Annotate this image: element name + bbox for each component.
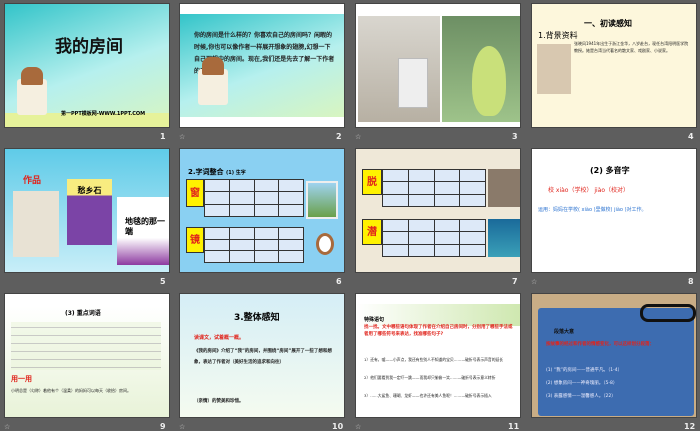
slide-number: 1 <box>160 132 166 141</box>
book-cover: 愁乡石 <box>67 179 112 245</box>
slide-answer: (2) 想象房间——神奇瑰丽。（5-8） <box>546 381 618 386</box>
slide-thumbnail-9[interactable]: (3) 重点词语 用一用 小明总是（匀称）着他有个（温柔）的妈妈可以每天（收拾）… <box>4 293 170 418</box>
slide-subheading: (1) 生字 <box>225 170 246 176</box>
slide-subheading: 1.背景资料 <box>538 31 578 40</box>
slide-footer: 第一PPT模板网-WWW.1PPT.COM <box>61 111 146 117</box>
slide-title: 我的房间 <box>55 37 123 57</box>
slide-subheading: 用一用 <box>11 375 32 383</box>
char-card: 镜 <box>186 227 204 253</box>
book-cover <box>13 191 59 257</box>
slide-answer: 1）还有，嘘——小声点，我还有些别人不知道的宝贝……—破折号表示声音的延长 <box>364 357 504 362</box>
slide-number: 7 <box>512 277 518 286</box>
star-icon: ☆ <box>179 133 186 141</box>
slide-thumbnail-7[interactable]: 脱 潜 <box>355 148 521 273</box>
slide-line: 运用：妈妈在学校( xiào )里做校( jiào )对工作。 <box>538 207 647 213</box>
slide-thumbnail-4[interactable]: 一、初读感知 1.背景资料 张晓风1941年出生于浙江金华，八岁赴台，现任台湾阳… <box>531 3 697 128</box>
slide-number: 5 <box>160 277 166 286</box>
star-icon: ☆ <box>179 423 186 431</box>
char-table <box>382 218 486 258</box>
slide-number: 4 <box>688 132 694 141</box>
slide-line: 读课文，试着概一概。 <box>194 335 245 341</box>
bedroom-photo <box>358 16 440 122</box>
slide-heading: 一、初读感知 <box>584 19 632 28</box>
slide-line: 校 xiào（学校） jiào（校对） <box>548 187 630 194</box>
author-photo <box>537 44 571 94</box>
slide-thumbnail-12[interactable]: 段落大意 按故事的经过和作者的情感变化，可以这样划分段落： (1) “我”的房间… <box>531 293 697 418</box>
slide-label: 作品 <box>23 176 42 186</box>
slide-heading: 3.整体感知 <box>234 313 280 323</box>
slide-heading: 特殊语句 <box>364 317 385 323</box>
word-list <box>11 322 161 370</box>
char-table <box>382 168 486 208</box>
star-icon: ☆ <box>4 423 11 431</box>
slide-number: 9 <box>160 422 166 431</box>
window-photo <box>306 181 338 219</box>
slide-answer: 2）他们要看到我一定吓一跳——而我却只偷偷一笑……—破折号表示意义转折 <box>364 375 496 380</box>
slide-number: 11 <box>508 422 520 431</box>
slide-answer: (3) 表露感情——温馨感人。（22） <box>546 394 616 399</box>
star-icon: ☆ <box>355 423 362 431</box>
star-icon: ☆ <box>531 278 538 286</box>
house-illustration <box>17 67 47 115</box>
slide-body: 张晓风1941年出生于浙江金华，八岁赴台，现任台湾阳明医学院教授。她是台湾当代著… <box>574 41 689 53</box>
char-table <box>204 227 304 263</box>
slide-thumbnail-1[interactable]: 我的房间 第一PPT模板网-WWW.1PPT.COM <box>4 3 170 128</box>
slide-line: （亲情）的赞美和珍惜。 <box>194 399 244 404</box>
slide-heading: (2) 多音字 <box>590 166 630 175</box>
slide-heading: (3) 重点词语 <box>65 310 101 317</box>
mirror-photo <box>316 233 334 255</box>
slide-heading: 段落大意 <box>554 329 575 335</box>
slide-thumbnail-5[interactable]: 作品 愁乡石 地毯的那一端 <box>4 148 170 273</box>
slide-answer: (1) “我”的房间——普通平凡。（1-4） <box>546 368 623 373</box>
photo <box>488 169 520 207</box>
slide-thumbnail-8[interactable]: (2) 多音字 校 xiào（学校） jiào（校对） 运用：妈妈在学校( xi… <box>531 148 697 273</box>
fantasy-house-photo <box>442 16 520 122</box>
slide-body: 小明总是（匀称）着他有个（温柔）的妈妈可以每天（收拾）房间。 <box>11 388 131 393</box>
slide-line: 《我的房间》介绍了“我”的房间，并围绕“房间”展开了一些了想和想象，表达了作者对… <box>194 349 332 365</box>
book-cover: 地毯的那一端 <box>117 197 169 265</box>
slide-number: 3 <box>512 132 518 141</box>
slide-number: 12 <box>684 422 696 431</box>
char-table <box>204 178 304 218</box>
star-icon: ☆ <box>355 133 362 141</box>
slide-thumbnail-10[interactable]: 3.整体感知 读课文，试着概一概。 《我的房间》介绍了“我”的房间，并围绕“房间… <box>179 293 345 418</box>
char-card: 脱 <box>362 169 382 195</box>
house-illustration <box>198 57 228 105</box>
slide-thumbnail-6[interactable]: 2.字词整合 (1) 生字 窗 镜 <box>179 148 345 273</box>
slide-number: 10 <box>332 422 344 431</box>
slide-number: 6 <box>336 277 342 286</box>
glasses-illustration <box>640 304 696 322</box>
char-card: 潜 <box>362 219 382 245</box>
slide-heading: 2.字词整合 <box>188 168 224 176</box>
underwater-photo <box>488 219 520 257</box>
char-card: 窗 <box>186 179 204 207</box>
slide-answer: 3）……大鲨鱼、珊瑚、龙虾——也许还有美人鱼呢！……—破折号表示插入 <box>364 393 492 398</box>
slide-thumbnail-3[interactable] <box>355 3 521 128</box>
slide-thumbnail-2[interactable]: 你的房间是什么样的？你喜欢自己的房间吗？闲暇的时候,你也可以像作者一样展开想象的… <box>179 3 345 128</box>
slide-question: 找一找。文中哪些语句体现了作者在介绍自己房间时，分别用了哪些手法或者用了哪些符号… <box>364 325 513 337</box>
slide-thumbnail-11[interactable]: 特殊语句 找一找。文中哪些语句体现了作者在介绍自己房间时，分别用了哪些手法或者用… <box>355 293 521 418</box>
slide-number: 2 <box>336 132 342 141</box>
slide-question: 按故事的经过和作者的情感变化，可以这样划分段落： <box>546 342 654 347</box>
slide-number: 8 <box>688 277 694 286</box>
